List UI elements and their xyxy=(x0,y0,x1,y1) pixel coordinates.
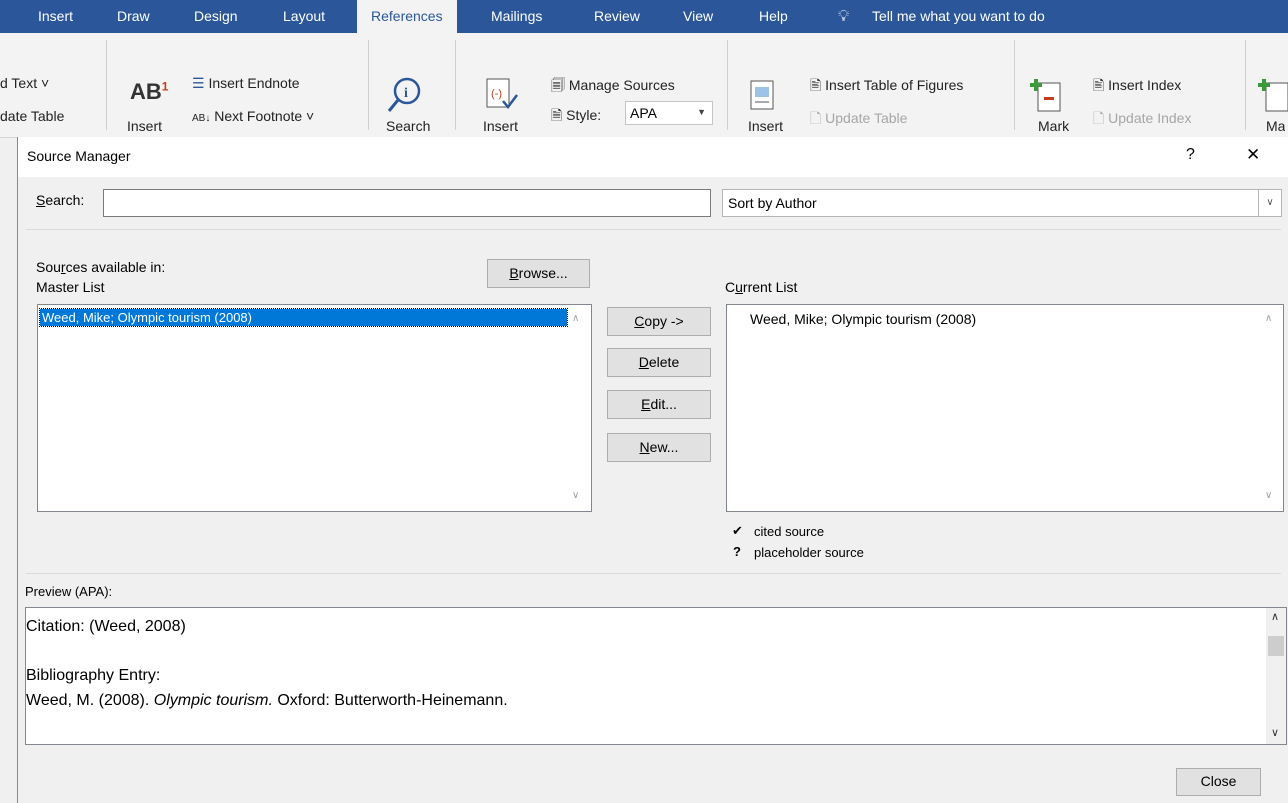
group-divider xyxy=(1245,40,1246,130)
tab-mailings[interactable]: Mailings xyxy=(491,0,542,33)
tab-layout[interactable]: Layout xyxy=(283,0,325,33)
update-table-figures-button[interactable]: 🗋︎ Update Table xyxy=(810,108,907,132)
list-item[interactable]: Weed, Mike; Olympic tourism (2008) xyxy=(39,308,568,327)
insert-caption-icon xyxy=(750,80,774,110)
sources-available-label: Sources available in: xyxy=(36,259,166,275)
tab-references[interactable]: References xyxy=(357,0,457,33)
insert-caption-button[interactable]: Insert xyxy=(748,118,783,136)
current-list-label: Current List xyxy=(725,279,798,295)
close-icon[interactable]: ✕ xyxy=(1246,145,1260,165)
next-footnote-button[interactable]: AB↓ Next Footnote ˅ xyxy=(192,108,314,124)
browse-button[interactable]: Browse... xyxy=(487,259,590,288)
placeholder-source-legend: placeholder source xyxy=(754,545,864,560)
preview-bibliography-entry: Weed, M. (2008). Olympic tourism. Oxford… xyxy=(26,692,508,709)
sort-value: Sort by Author xyxy=(728,195,817,211)
dialog-title-bar: Source Manager ? ✕ xyxy=(18,137,1288,177)
table-of-figures-icon: 🖹︎ xyxy=(810,77,822,93)
preview-citation: Citation: (Weed, 2008) xyxy=(26,618,186,635)
svg-text:(-): (-) xyxy=(491,88,502,100)
preview-scrollbar[interactable]: ∧ ∨ xyxy=(1266,608,1286,744)
preview-bibliography-heading: Bibliography Entry: xyxy=(26,667,161,684)
master-list-label: Master List xyxy=(36,279,105,295)
insert-index-button[interactable]: 🖹︎ Insert Index xyxy=(1093,75,1181,99)
scroll-down-icon[interactable]: ∨ xyxy=(572,490,579,501)
group-divider xyxy=(106,40,107,130)
tell-me-search[interactable]: Tell me what you want to do xyxy=(872,0,1045,33)
update-toc-button[interactable]: date Table xyxy=(0,108,64,124)
style-dropdown[interactable]: APA ▼ xyxy=(625,101,713,125)
svg-text:i: i xyxy=(404,86,408,101)
insert-citation-icon: (-) xyxy=(486,78,518,110)
style-icon: 🗎︎ xyxy=(551,107,563,123)
search-button[interactable]: Search xyxy=(386,118,430,136)
close-button[interactable]: Close xyxy=(1176,768,1261,796)
insert-footnote-button[interactable]: Insert xyxy=(127,118,162,136)
master-list-box[interactable]: Weed, Mike; Olympic tourism (2008) ∧ ∨ xyxy=(37,304,592,512)
tab-insert[interactable]: Insert xyxy=(38,0,73,33)
divider xyxy=(26,229,1281,230)
search-label: Search: xyxy=(36,192,85,208)
tab-review[interactable]: Review xyxy=(594,0,640,33)
lightbulb-icon: 💡︎ xyxy=(838,8,850,25)
index-icon: 🖹︎ xyxy=(1093,77,1105,93)
question-mark-icon: ? xyxy=(733,544,741,559)
style-value: APA xyxy=(630,105,657,121)
footnote-icon: AB1 xyxy=(130,79,169,104)
tab-help[interactable]: Help xyxy=(759,0,788,33)
style-label: 🗎︎ Style: xyxy=(551,107,602,123)
divider xyxy=(26,573,1281,574)
group-divider xyxy=(368,40,369,130)
tab-view[interactable]: View xyxy=(683,0,713,33)
source-manager-dialog: Source Manager ? ✕ Search: Sort by Autho… xyxy=(17,137,1288,803)
tab-design[interactable]: Design xyxy=(194,0,238,33)
list-item[interactable]: Weed, Mike; Olympic tourism (2008) xyxy=(750,311,976,327)
cited-source-legend: cited source xyxy=(754,524,825,539)
update-table-icon: 🗋︎ xyxy=(810,110,822,126)
manage-sources-button[interactable]: 🗐︎ Manage Sources xyxy=(551,75,675,99)
help-button[interactable]: ? xyxy=(1186,146,1195,164)
group-divider xyxy=(1014,40,1015,130)
checkmark-icon: ✔ xyxy=(732,523,743,538)
edit-button[interactable]: Edit... xyxy=(607,390,711,419)
mark-citation-button[interactable]: Ma xyxy=(1266,118,1285,136)
scroll-thumb[interactable] xyxy=(1268,636,1284,656)
update-index-icon: 🗋︎ xyxy=(1093,110,1105,126)
scroll-up-icon[interactable]: ∧ xyxy=(1265,313,1272,324)
mark-entry-button[interactable]: Mark xyxy=(1038,118,1069,136)
insert-table-of-figures-button[interactable]: 🖹︎ Insert Table of Figures xyxy=(810,75,963,99)
search-input[interactable] xyxy=(103,189,711,217)
scroll-down-icon[interactable]: ∨ xyxy=(1271,726,1279,739)
scroll-down-icon[interactable]: ∨ xyxy=(1265,490,1272,501)
sort-dropdown[interactable]: Sort by Author ∨ xyxy=(722,189,1282,217)
scroll-up-icon[interactable]: ∧ xyxy=(1271,610,1279,623)
insert-citation-button[interactable]: Insert xyxy=(483,118,518,136)
ribbon-tab-bar: Insert Draw Design Layout References Mai… xyxy=(0,0,1288,33)
new-button[interactable]: New... xyxy=(607,433,711,462)
update-index-button[interactable]: 🗋︎ Update Index xyxy=(1093,108,1191,132)
preview-box: Citation: (Weed, 2008) Bibliography Entr… xyxy=(25,607,1287,745)
chevron-down-icon: ▼ xyxy=(697,107,706,117)
next-footnote-icon: AB↓ xyxy=(192,113,211,124)
preview-label: Preview (APA): xyxy=(25,584,113,599)
scroll-up-icon[interactable]: ∧ xyxy=(572,313,579,324)
dialog-title: Source Manager xyxy=(27,148,131,164)
insert-endnote-button[interactable]: ☰ Insert Endnote xyxy=(192,75,300,92)
copy-button[interactable]: Copy -> xyxy=(607,307,711,336)
tab-draw[interactable]: Draw xyxy=(117,0,150,33)
chevron-down-icon[interactable]: ∨ xyxy=(1258,190,1281,216)
ribbon-references: d Text ˅ date Table AB1 Insert ☰ Insert … xyxy=(0,33,1288,138)
current-list-box[interactable]: Weed, Mike; Olympic tourism (2008) ∧ ∨ xyxy=(726,304,1284,512)
add-text-button[interactable]: d Text ˅ xyxy=(0,75,49,91)
mark-entry-icon xyxy=(1030,79,1061,112)
group-divider xyxy=(727,40,728,130)
search-icon: i xyxy=(387,77,421,112)
delete-button[interactable]: Delete xyxy=(607,348,711,377)
mark-citation-icon xyxy=(1258,79,1288,112)
group-divider xyxy=(455,40,456,130)
manage-sources-icon: 🗐︎ xyxy=(551,77,565,93)
endnote-icon: ☰ xyxy=(192,75,205,91)
